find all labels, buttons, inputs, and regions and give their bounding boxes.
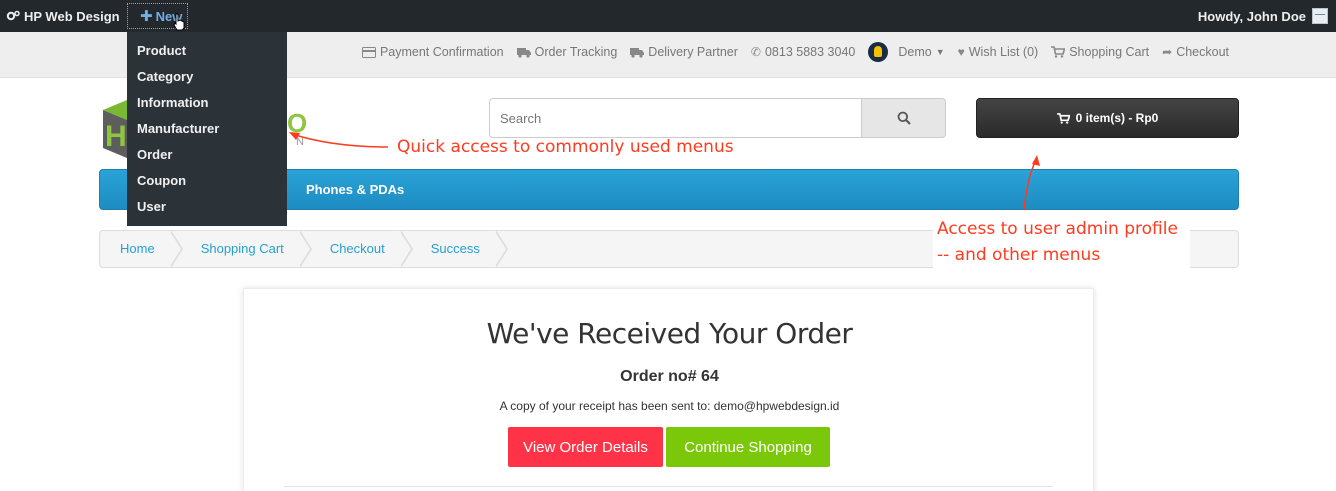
truck-icon bbox=[516, 47, 531, 58]
search-group bbox=[489, 98, 946, 138]
demo-account-dropdown[interactable]: Demo ▼ bbox=[868, 42, 945, 62]
site-name: HP Web Design bbox=[24, 8, 120, 24]
continue-shopping-button[interactable]: Continue Shopping bbox=[666, 427, 830, 467]
top-links: Payment Confirmation Order Tracking Deli… bbox=[361, 32, 1229, 72]
divider bbox=[284, 486, 1053, 487]
menu-item-category[interactable]: Category bbox=[127, 64, 287, 90]
phone-number: 0813 5883 3040 bbox=[764, 45, 856, 59]
howdy-text: Howdy, John Doe bbox=[1197, 8, 1306, 24]
admin-bar: HP Web Design ✚ New Howdy, John Doe bbox=[0, 0, 1336, 32]
shopping-cart-link[interactable]: Shopping Cart bbox=[1051, 45, 1149, 59]
site-name-link[interactable]: HP Web Design bbox=[6, 0, 120, 32]
order-tracking-link[interactable]: Order Tracking bbox=[516, 45, 618, 59]
annotation-user-admin: Access to user admin profile -- and othe… bbox=[937, 216, 1178, 268]
wish-list-label: Wish List (0) bbox=[968, 45, 1039, 59]
success-title: We've Received Your Order bbox=[486, 317, 853, 350]
arrow-head-user-admin bbox=[1032, 155, 1040, 166]
credit-card-icon bbox=[361, 46, 376, 58]
checkout-label: Checkout bbox=[1176, 45, 1229, 59]
checkout-link[interactable]: ➦ Checkout bbox=[1162, 45, 1229, 59]
payment-label: Payment Confirmation bbox=[379, 45, 504, 59]
order-number: Order no# 64 bbox=[620, 368, 719, 385]
breadcrumb-checkout[interactable]: Checkout bbox=[310, 230, 413, 268]
search-icon bbox=[897, 111, 911, 125]
lightbulb-avatar-icon bbox=[868, 42, 889, 62]
payment-confirmation-link[interactable]: Payment Confirmation bbox=[361, 45, 504, 59]
heart-icon: ♥ bbox=[957, 45, 965, 59]
hand-cursor-icon bbox=[173, 13, 185, 31]
logo-letter: O bbox=[287, 108, 308, 138]
breadcrumb-home[interactable]: Home bbox=[100, 230, 183, 268]
cart-button[interactable]: 0 item(s) - Rp0 bbox=[976, 98, 1239, 138]
menu-item-information[interactable]: Information bbox=[127, 90, 287, 116]
logo-sub-letter: N bbox=[296, 136, 306, 148]
new-dropdown-menu: Product Category Information Manufacture… bbox=[127, 32, 287, 226]
breadcrumb-shopping-cart[interactable]: Shopping Cart bbox=[181, 230, 312, 268]
phone-link[interactable]: ✆ 0813 5883 3040 bbox=[751, 45, 855, 59]
gear-icon bbox=[6, 10, 20, 21]
shopping-cart-label: Shopping Cart bbox=[1069, 45, 1150, 59]
menu-item-order[interactable]: Order bbox=[127, 142, 287, 168]
menu-item-user[interactable]: User bbox=[127, 194, 287, 220]
view-order-details-button[interactable]: View Order Details bbox=[508, 427, 663, 467]
cart-icon bbox=[1051, 46, 1066, 58]
wish-list-link[interactable]: ♥ Wish List (0) bbox=[958, 45, 1039, 59]
user-account-menu[interactable]: Howdy, John Doe bbox=[1198, 0, 1328, 32]
receipt-text: A copy of your receipt has been sent to:… bbox=[499, 399, 840, 413]
truck-icon bbox=[630, 47, 645, 58]
breadcrumb-success[interactable]: Success bbox=[411, 230, 509, 268]
delivery-label: Delivery Partner bbox=[648, 45, 738, 59]
plus-icon: ✚ bbox=[140, 8, 153, 25]
annotation-quick-access: Quick access to commonly used menus bbox=[397, 137, 734, 157]
phone-icon: ✆ bbox=[750, 45, 761, 59]
cart-button-label: 0 item(s) - Rp0 bbox=[1075, 111, 1159, 125]
avatar bbox=[1312, 8, 1328, 24]
annotation-user-admin-line1: Access to user admin profile bbox=[937, 219, 1178, 239]
search-button[interactable] bbox=[861, 98, 946, 138]
caret-down-icon: ▼ bbox=[935, 47, 945, 57]
svg-text:H: H bbox=[105, 120, 127, 153]
menu-item-phones-pdas[interactable]: Phones & PDAs bbox=[306, 170, 404, 211]
order-tracking-label: Order Tracking bbox=[534, 45, 618, 59]
demo-label: Demo bbox=[898, 45, 932, 59]
cart-icon bbox=[1056, 112, 1070, 124]
order-success-card: We've Received Your Order Order no# 64 A… bbox=[243, 288, 1094, 491]
share-arrow-icon: ➦ bbox=[1162, 45, 1173, 59]
menu-item-manufacturer[interactable]: Manufacturer bbox=[127, 116, 287, 142]
delivery-partner-link[interactable]: Delivery Partner bbox=[630, 45, 738, 59]
menu-item-product[interactable]: Product bbox=[127, 38, 287, 64]
search-input[interactable] bbox=[489, 98, 862, 138]
annotation-user-admin-line2: -- and other menus bbox=[937, 245, 1101, 265]
menu-item-coupon[interactable]: Coupon bbox=[127, 168, 287, 194]
